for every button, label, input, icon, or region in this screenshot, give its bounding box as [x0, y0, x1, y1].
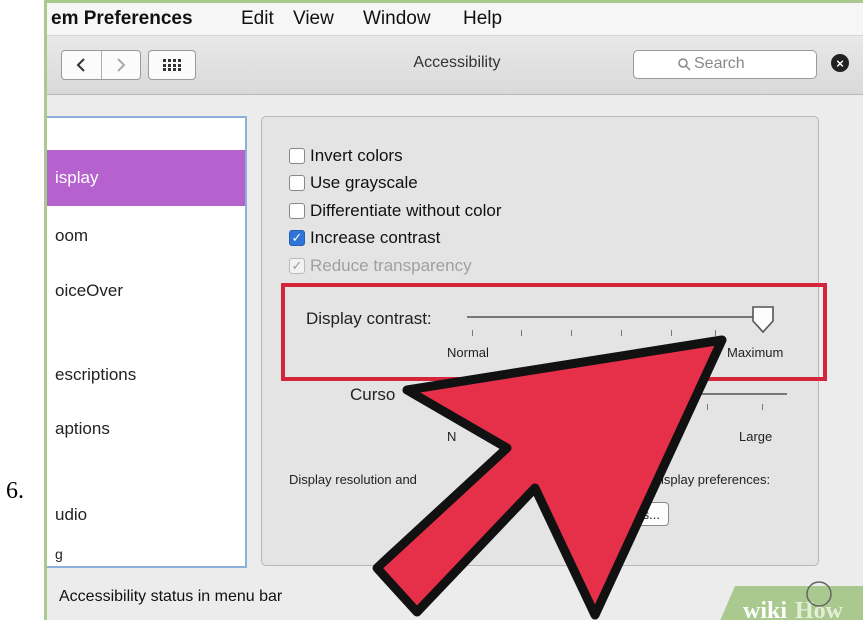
slider-thumb-icon[interactable] [750, 305, 776, 335]
menu-window[interactable]: Window [363, 8, 431, 30]
grid-icon [163, 59, 181, 71]
invert-colors-checkbox[interactable] [289, 148, 305, 164]
step-number: 6. [6, 478, 24, 504]
screenshot-frame: em Preferences Edit View Window Help Acc… [44, 0, 863, 620]
forward-button[interactable] [100, 51, 141, 79]
menu-app-name[interactable]: em Preferences [51, 8, 193, 30]
pointer-arrow-icon [372, 335, 727, 620]
reduce-transparency-label: Reduce transparency [310, 256, 472, 275]
display-contrast-label: Display contrast: [306, 309, 432, 328]
how-text: How [795, 598, 844, 620]
clear-search-button[interactable]: × [831, 54, 849, 72]
window-title: Accessibility [413, 54, 501, 71]
search-input[interactable]: Search [633, 50, 817, 79]
sidebar-item-display[interactable]: isplay [47, 150, 245, 206]
use-grayscale-option[interactable]: Use grayscale [289, 173, 418, 193]
clear-icon: × [836, 55, 844, 71]
invert-colors-option[interactable]: Invert colors [289, 146, 403, 166]
chevron-right-icon [117, 58, 126, 72]
menu-help[interactable]: Help [463, 8, 502, 30]
sidebar-item-partial[interactable]: g [55, 546, 63, 562]
sidebar: isplay oom oiceOver escriptions aptions … [47, 116, 247, 568]
sidebar-item-zoom[interactable]: oom [55, 226, 88, 246]
use-grayscale-label: Use grayscale [310, 173, 418, 192]
differentiate-label: Differentiate without color [310, 201, 502, 220]
increase-contrast-checkbox[interactable]: ✓ [289, 230, 305, 246]
chevron-left-icon [76, 58, 85, 72]
sidebar-item-voiceover[interactable]: oiceOver [55, 281, 123, 301]
show-all-button[interactable] [148, 50, 196, 80]
search-placeholder: Search [694, 55, 745, 72]
sidebar-item-captions[interactable]: aptions [55, 419, 110, 439]
back-button[interactable] [62, 51, 101, 79]
cursor-tick [762, 404, 763, 410]
differentiate-option[interactable]: Differentiate without color [289, 201, 502, 221]
invert-colors-label: Invert colors [310, 146, 403, 165]
menu-bar: em Preferences Edit View Window Help [47, 3, 863, 36]
window-toolbar: Accessibility Search × [47, 36, 863, 95]
menu-view[interactable]: View [293, 8, 334, 30]
increase-contrast-option[interactable]: ✓ Increase contrast [289, 228, 440, 248]
sidebar-item-audio[interactable]: udio [55, 505, 87, 525]
reduce-transparency-checkbox: ✓ [289, 258, 305, 274]
display-contrast-track[interactable] [467, 316, 763, 318]
show-status-label[interactable]: Accessibility status in menu bar [59, 588, 282, 606]
reduce-transparency-option: ✓ Reduce transparency [289, 256, 472, 276]
nav-button-group [61, 50, 141, 80]
differentiate-checkbox[interactable] [289, 203, 305, 219]
checkmark-icon: ✓ [291, 230, 303, 245]
wikihow-logo: wiki How [720, 581, 863, 620]
wiki-text: wiki [743, 598, 787, 620]
search-icon [678, 58, 691, 71]
checkmark-icon: ✓ [291, 258, 303, 273]
use-grayscale-checkbox[interactable] [289, 175, 305, 191]
increase-contrast-label: Increase contrast [310, 228, 441, 247]
sidebar-item-descriptions[interactable]: escriptions [55, 365, 136, 385]
menu-edit[interactable]: Edit [241, 8, 274, 30]
cursor-max-label: Large [739, 429, 773, 444]
